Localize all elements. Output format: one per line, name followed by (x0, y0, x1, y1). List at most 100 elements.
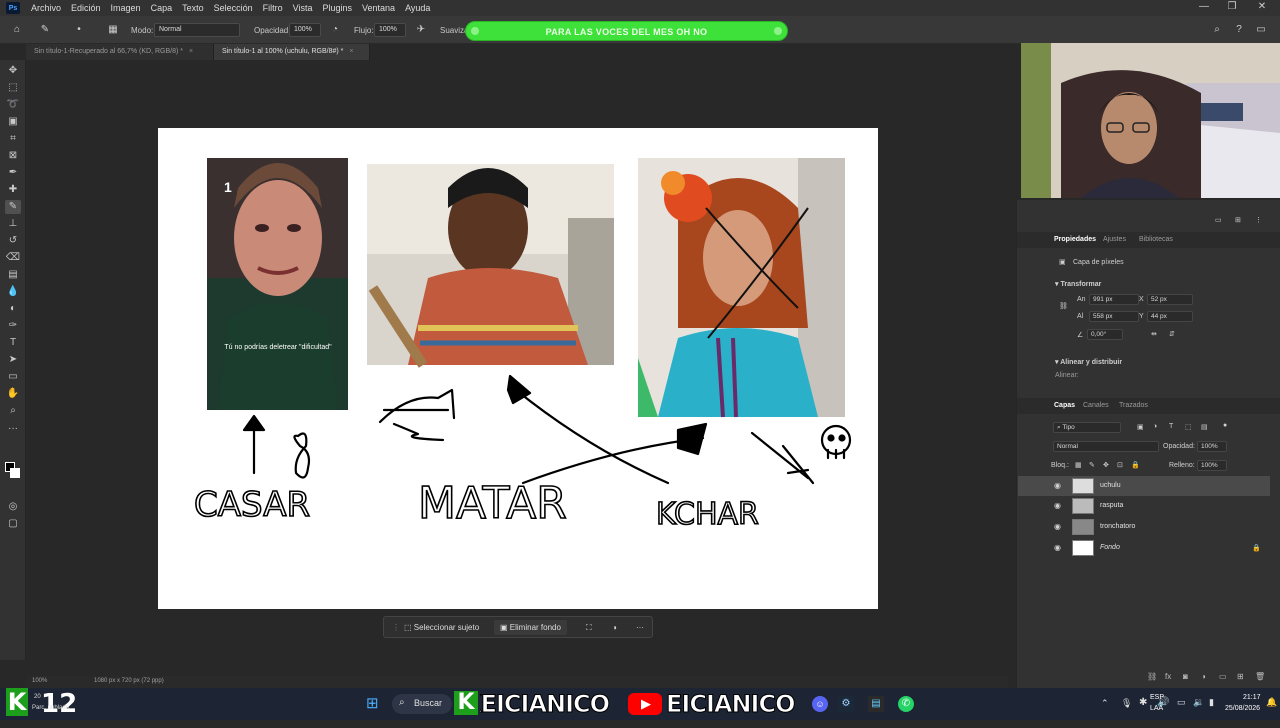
filter-shape-icon[interactable]: ⬚ (1185, 423, 1192, 431)
screen-mode-icon[interactable]: ▢ (5, 517, 21, 531)
pressure-opacity-icon[interactable]: ◔ (328, 23, 342, 37)
new-group-icon[interactable]: ▭ (1219, 672, 1227, 681)
language-bottom[interactable]: LAA (1150, 705, 1163, 712)
flip-vertical-icon[interactable]: ⇵ (1169, 330, 1175, 338)
document-canvas[interactable]: 1 Tú no podrías deletrear "dificultad" C… (158, 128, 878, 609)
stamp-tool-icon[interactable]: ⊥ (5, 217, 21, 231)
notepad-icon[interactable]: ▤ (868, 696, 884, 712)
tab-document-active[interactable]: Sin título-1 al 100% (uchulu, RGB/8#) * × (214, 44, 370, 60)
flow-field[interactable]: 100% (374, 23, 406, 37)
tab-ajustes[interactable]: Ajustes (1103, 236, 1126, 243)
workspace-icon[interactable]: ▭ (1254, 23, 1268, 37)
more-options-button[interactable]: ··· (630, 620, 650, 635)
new-layer-icon[interactable]: ⊞ (1237, 672, 1244, 681)
link-layers-icon[interactable]: ⛓ (1147, 672, 1157, 681)
tray-expand-icon[interactable]: ⌃ (1101, 698, 1109, 709)
menu-ventana[interactable]: Ventana (357, 3, 400, 13)
layer-opacity-field[interactable]: 100% (1197, 441, 1227, 452)
minimize-button[interactable]: — (1190, 0, 1218, 16)
close-tab-icon[interactable]: × (189, 48, 193, 55)
transform-icon[interactable]: ⛶ (580, 620, 598, 635)
blend-mode-select[interactable]: Normal (1053, 441, 1159, 452)
opacity-field[interactable]: 100% (289, 23, 321, 37)
visibility-eye-icon[interactable]: ◉ (1054, 481, 1064, 491)
add-mask-icon[interactable]: ◙ (1183, 672, 1188, 681)
menu-imagen[interactable]: Imagen (106, 3, 146, 13)
path-select-tool-icon[interactable]: ➤ (5, 353, 21, 367)
link-dimensions-icon[interactable]: ⛓ (1059, 302, 1068, 310)
menu-plugins[interactable]: Plugins (318, 3, 358, 13)
windows-start-icon[interactable]: ⊞ (366, 696, 382, 712)
layer-name[interactable]: tronchatoro (1100, 523, 1135, 530)
menu-ayuda[interactable]: Ayuda (400, 3, 435, 13)
clock-time[interactable]: 21:17 (1243, 694, 1261, 701)
quick-mask-icon[interactable]: ◎ (5, 500, 21, 514)
panel-collapse-icon[interactable]: ▭ (1215, 216, 1222, 224)
close-tab-icon[interactable]: × (349, 48, 353, 55)
height-field[interactable]: 558 px (1089, 311, 1139, 322)
bluetooth-icon[interactable]: ✱ (1139, 697, 1147, 708)
delete-layer-icon[interactable]: 🗑 (1255, 672, 1265, 681)
speaker-icon[interactable]: 🔉 (1193, 697, 1204, 708)
adjust-icon[interactable]: ◑ (606, 620, 623, 635)
filter-toggle-icon[interactable]: ● (1223, 422, 1227, 429)
zoom-tool-icon[interactable]: ⌕ (5, 404, 21, 418)
home-icon[interactable]: ⌂ (10, 23, 24, 37)
adjustment-layer-icon[interactable]: ◑ (1201, 672, 1206, 681)
filter-pixel-icon[interactable]: ▣ (1137, 423, 1144, 431)
align-header[interactable]: ▾ Alinear y distribuir (1055, 358, 1122, 366)
background-color-swatch[interactable] (10, 468, 20, 478)
tab-capas[interactable]: Capas (1054, 402, 1075, 409)
move-tool-icon[interactable]: ✥ (5, 64, 21, 78)
eyedropper-tool-icon[interactable]: ✒ (5, 166, 21, 180)
remove-background-button[interactable]: ▣ Eliminar fondo (494, 620, 567, 635)
notifications-icon[interactable]: 🔔 (1266, 697, 1277, 708)
layer-row-uchulu[interactable]: ◉ uchulu (1018, 476, 1270, 496)
help-icon[interactable]: ? (1232, 23, 1246, 37)
battery-icon[interactable]: ▮ (1209, 697, 1214, 708)
layer-row-fondo[interactable]: ◉ Fondo 🔒 (1018, 538, 1270, 558)
maximize-button[interactable]: ❐ (1218, 0, 1246, 16)
y-field[interactable]: 44 px (1147, 311, 1193, 322)
visibility-eye-icon[interactable]: ◉ (1054, 501, 1064, 511)
search-icon[interactable]: ⌕ (1210, 23, 1224, 37)
more-tools-icon[interactable]: ··· (5, 422, 21, 436)
layer-filter-select[interactable]: ⌕ Tipo (1053, 422, 1121, 433)
menu-edicion[interactable]: Edición (66, 3, 106, 13)
layer-name[interactable]: rasputa (1100, 502, 1123, 509)
menu-vista[interactable]: Vista (288, 3, 318, 13)
select-subject-button[interactable]: ⬚ Seleccionar sujeto (398, 620, 485, 635)
crop-tool-icon[interactable]: ⌗ (5, 132, 21, 146)
lock-transparent-icon[interactable]: ▦ (1075, 461, 1082, 469)
object-select-tool-icon[interactable]: ▣ (5, 115, 21, 129)
zoom-level[interactable]: 100% (32, 678, 47, 684)
menu-capa[interactable]: Capa (146, 3, 178, 13)
filter-smart-icon[interactable]: ▤ (1201, 423, 1208, 431)
airbrush-icon[interactable]: ✈ (414, 23, 428, 37)
filter-adjust-icon[interactable]: ◑ (1153, 423, 1157, 430)
language-top[interactable]: ESP (1150, 694, 1164, 701)
tab-canales[interactable]: Canales (1083, 402, 1109, 409)
brush-size-icon[interactable]: • (72, 23, 86, 37)
gradient-tool-icon[interactable]: ▤ (5, 268, 21, 282)
type-tool-icon[interactable]: T (5, 336, 21, 350)
width-field[interactable]: 991 px (1089, 294, 1139, 305)
flip-horizontal-icon[interactable]: ⇹ (1151, 330, 1157, 338)
layer-style-icon[interactable]: fx (1165, 672, 1171, 681)
filter-type-icon[interactable]: T (1169, 423, 1173, 430)
lock-all-icon[interactable]: 🔒 (1131, 461, 1140, 469)
microphone-icon[interactable]: 🎙 (1121, 698, 1132, 709)
layer-row-rasputa[interactable]: ◉ rasputa (1018, 496, 1270, 516)
marquee-tool-icon[interactable]: ⬚ (5, 81, 21, 95)
tab-document-recuperado[interactable]: Sin título-1-Recuperado al 66,7% (KD, RG… (26, 44, 214, 60)
visibility-eye-icon[interactable]: ◉ (1054, 543, 1064, 553)
lock-position-icon[interactable]: ✥ (1103, 461, 1109, 469)
dodge-tool-icon[interactable]: ◐ (5, 302, 21, 316)
menu-seleccion[interactable]: Selección (209, 3, 258, 13)
visibility-eye-icon[interactable]: ◉ (1054, 522, 1064, 532)
whatsapp-icon[interactable]: ✆ (898, 696, 914, 712)
tab-bibliotecas[interactable]: Bibliotecas (1139, 236, 1173, 243)
brush-settings-icon[interactable]: ▦ (106, 23, 120, 37)
discord-icon[interactable]: ☺ (812, 696, 828, 712)
menu-archivo[interactable]: Archivo (26, 3, 66, 13)
